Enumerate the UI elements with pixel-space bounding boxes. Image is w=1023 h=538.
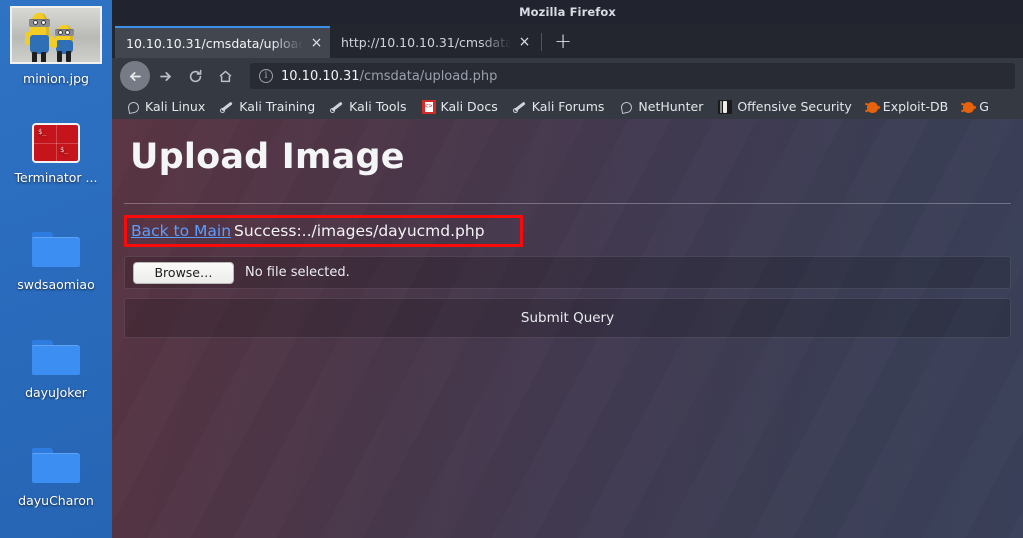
desktop-background: minion.jpg $_ $_ Terminator ... swdsaomi… [0, 0, 112, 538]
close-icon[interactable]: × [309, 35, 324, 51]
kali-dragon-icon [126, 100, 140, 114]
bookmark-exploit-db[interactable]: Exploit-DB [866, 99, 949, 114]
wrench-icon [330, 100, 344, 114]
tab-strip: 10.10.10.31/cmsdata/upload × http://10.1… [112, 23, 1023, 58]
web-page-content: Upload Image Back to Main Success:../imag… [112, 119, 1023, 538]
wrench-icon [220, 100, 234, 114]
desktop-icon-swdsaomiao[interactable]: swdsaomiao [0, 232, 112, 292]
bookmark-label: Kali Docs [440, 99, 498, 114]
desktop-icon-label: minion.jpg [23, 71, 89, 86]
folder-icon [0, 448, 112, 489]
bookmark-label: Kali Tools [349, 99, 407, 114]
url-bar[interactable]: i 10.10.10.31 /cmsdata/upload.php [250, 63, 1015, 89]
tab-separator [541, 33, 542, 51]
firefox-window: Mozilla Firefox 10.10.10.31/cmsdata/uplo… [112, 0, 1023, 538]
bookmark-label: Exploit-DB [882, 99, 949, 114]
upload-success-message: Success:../images/dayucmd.php [234, 222, 485, 240]
image-thumbnail-minion-icon [0, 6, 112, 67]
desktop-icon-label: dayuCharon [18, 493, 94, 508]
terminator-app-icon: $_ $_ [0, 123, 112, 166]
reload-icon[interactable] [180, 61, 210, 91]
folder-icon [0, 232, 112, 273]
bookmarks-bar: Kali Linux Kali Training Kali Tools Kali… [112, 94, 1023, 119]
bookmark-kali-tools[interactable]: Kali Tools [330, 99, 407, 114]
red-book-icon [421, 99, 436, 114]
bookmark-label: Kali Linux [145, 99, 206, 114]
forward-arrow-icon[interactable] [150, 61, 180, 91]
site-info-icon[interactable]: i [259, 69, 273, 83]
title-divider [124, 203, 1011, 204]
offensive-security-icon [718, 99, 733, 114]
browse-button[interactable]: Browse… [133, 261, 234, 284]
bookmark-kali-docs[interactable]: Kali Docs [421, 99, 498, 114]
window-titlebar: Mozilla Firefox [112, 0, 1023, 23]
tab-label: http://10.10.10.31/cmsdata/u [341, 34, 511, 50]
bug-icon [963, 101, 975, 113]
back-arrow-icon[interactable] [120, 61, 150, 91]
navigation-toolbar: i 10.10.10.31 /cmsdata/upload.php [112, 58, 1023, 94]
bookmark-kali-forums[interactable]: Kali Forums [512, 99, 605, 114]
desktop-icon-label: Terminator ... [14, 170, 98, 185]
url-host: 10.10.10.31 [281, 68, 360, 84]
tab-upload-php[interactable]: 10.10.10.31/cmsdata/upload × [115, 26, 330, 58]
bookmark-label: Kali Forums [531, 99, 605, 114]
bookmark-label: Offensive Security [737, 99, 852, 114]
bookmark-label: Kali Training [239, 99, 316, 114]
bookmark-kali-linux[interactable]: Kali Linux [126, 99, 205, 114]
kali-dragon-icon [619, 100, 633, 114]
bookmark-label: NetHunter [638, 99, 704, 114]
desktop-icon-terminator[interactable]: $_ $_ Terminator ... [0, 123, 112, 185]
home-icon[interactable] [210, 61, 240, 91]
desktop-icon-label: dayuJoker [25, 385, 87, 400]
folder-icon [0, 340, 112, 381]
file-upload-row[interactable]: Browse… No file selected. [124, 256, 1011, 289]
window-title: Mozilla Firefox [519, 4, 616, 19]
bookmark-label: G [979, 99, 989, 114]
url-path: /cmsdata/upload.php [359, 68, 498, 84]
desktop-icon-dayujoker[interactable]: dayuJoker [0, 340, 112, 400]
new-tab-button[interactable]: + [550, 29, 576, 55]
desktop-icon-dayucharon[interactable]: dayuCharon [0, 448, 112, 508]
submit-query-button[interactable]: Submit Query [124, 298, 1011, 338]
bug-icon [866, 101, 878, 113]
file-selected-status: No file selected. [245, 265, 350, 280]
close-icon[interactable]: × [517, 34, 532, 50]
back-to-main-link[interactable]: Back to Main [131, 222, 231, 240]
wrench-icon [512, 100, 527, 114]
screen-root: minion.jpg $_ $_ Terminator ... swdsaomi… [0, 0, 1023, 538]
bookmark-nethunter[interactable]: NetHunter [619, 99, 703, 114]
tab-label: 10.10.10.31/cmsdata/upload [126, 35, 303, 51]
bookmark-kali-training[interactable]: Kali Training [220, 99, 315, 114]
bookmark-ghdb[interactable]: G [963, 99, 989, 114]
tab-upload-php-second[interactable]: http://10.10.10.31/cmsdata/u × [330, 26, 538, 58]
bookmark-offensive-security[interactable]: Offensive Security [718, 99, 852, 114]
page-title: Upload Image [130, 137, 405, 177]
desktop-icon-minion[interactable]: minion.jpg [0, 6, 112, 86]
status-message-row: Back to Main Success:../images/dayucmd.ph… [124, 215, 523, 247]
desktop-icon-label: swdsaomiao [17, 277, 95, 292]
